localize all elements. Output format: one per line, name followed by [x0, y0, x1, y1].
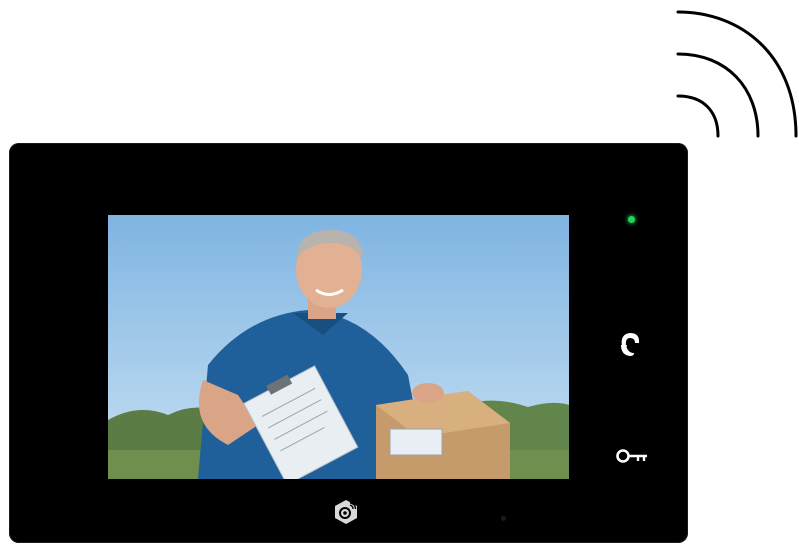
unlock-button[interactable] — [612, 442, 652, 470]
microphone-hole — [501, 516, 506, 521]
settings-home-icon — [335, 500, 357, 524]
status-led — [628, 216, 635, 223]
menu-button[interactable] — [332, 498, 360, 526]
key-icon — [616, 449, 647, 463]
video-screen — [108, 215, 569, 479]
wifi-signal-icon — [676, 10, 798, 138]
talk-button[interactable] — [612, 328, 648, 360]
visitor-image — [108, 215, 569, 479]
handset-icon — [621, 333, 640, 356]
